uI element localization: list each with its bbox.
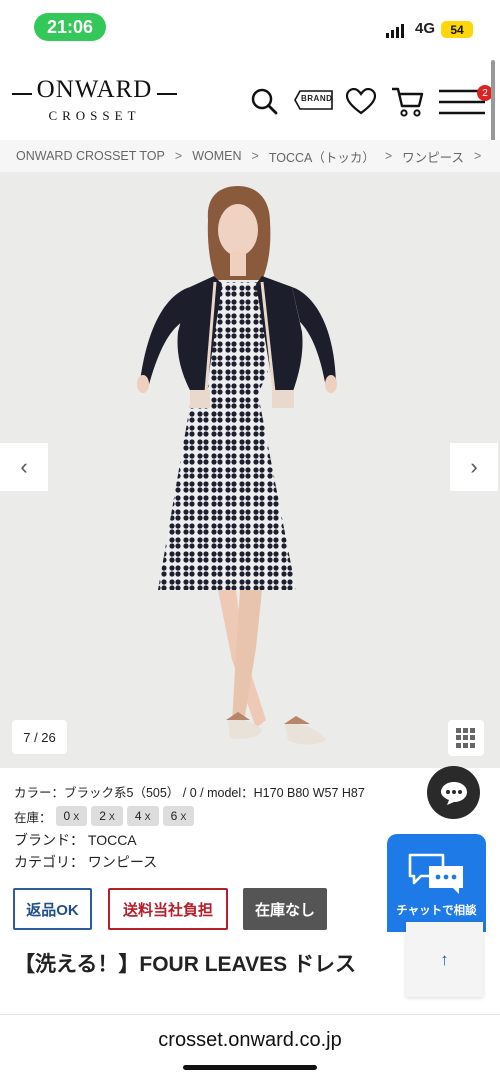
stock-mark: X: [108, 812, 115, 822]
product-title: 【洗える！】FOUR LEAVES ドレス: [14, 953, 356, 976]
logo-line-right: [157, 93, 177, 95]
breadcrumb-separator: >: [384, 149, 393, 163]
out-of-stock-badge: 在庫なし: [243, 888, 327, 930]
stock-row: 在庫： 0X 2X 4X 6X: [14, 806, 195, 826]
cart-icon[interactable]: [391, 86, 425, 118]
brand-row: ブランド： TOCCA: [14, 830, 137, 850]
size-chip[interactable]: 6X: [162, 806, 195, 826]
stock-mark: X: [180, 812, 187, 822]
size-value: 6: [170, 809, 178, 823]
home-indicator[interactable]: [183, 1065, 317, 1070]
chevron-right-icon: ›: [470, 454, 478, 479]
category-value[interactable]: ワンピース: [88, 854, 157, 870]
scroll-indicator: [491, 60, 495, 144]
size-value: 2: [99, 809, 106, 823]
breadcrumb: ONWARD CROSSET TOP > WOMEN > TOCCA（トッカ） …: [0, 140, 500, 172]
brand-label: ブランド：: [14, 832, 84, 848]
stock-label: 在庫：: [14, 810, 52, 825]
color-model-info: カラー：ブラック系5（505） / 0 / model：H170 B80 W57…: [14, 786, 365, 800]
breadcrumb-item-women[interactable]: WOMEN: [192, 149, 241, 163]
status-time: 21:06: [34, 13, 106, 41]
onward-crosset-logo[interactable]: ONWARD CROSSET: [12, 76, 177, 124]
logo-main-text: ONWARD: [36, 76, 153, 103]
breadcrumb-item-onepiece[interactable]: ワンピース: [402, 147, 464, 166]
chat-icon: [440, 781, 467, 805]
stock-mark: X: [73, 812, 80, 822]
breadcrumb-item-top[interactable]: ONWARD CROSSET TOP: [16, 149, 165, 163]
category-label: カテゴリ：: [14, 854, 84, 870]
browser-url-bar[interactable]: crosset.onward.co.jp: [0, 1014, 500, 1080]
network-type: 4G: [415, 20, 436, 37]
battery-level: 54: [450, 22, 464, 37]
breadcrumb-item-tocca[interactable]: TOCCA（トッカ）: [269, 147, 375, 166]
stock-mark: X: [144, 812, 151, 822]
gallery-counter: 7 / 26: [12, 720, 67, 754]
product-image-gallery[interactable]: ‹ › 7 / 26: [0, 172, 500, 768]
breadcrumb-separator: >: [174, 149, 183, 163]
logo-sub-text: CROSSET: [48, 108, 141, 123]
size-value: 4: [134, 809, 142, 823]
category-row: カテゴリ： ワンピース: [14, 852, 157, 872]
brand-tag-label: BRAND: [301, 94, 333, 103]
brand-value[interactable]: TOCCA: [88, 832, 137, 848]
gallery-next-button[interactable]: ›: [450, 443, 498, 491]
size-chip[interactable]: 4X: [126, 806, 159, 826]
chat-consult-icon: [408, 853, 463, 894]
url-text[interactable]: crosset.onward.co.jp: [0, 1029, 500, 1052]
site-header: ONWARD CROSSET BRAND 2: [0, 56, 500, 140]
chat-bubble-button[interactable]: [427, 766, 480, 819]
brand-tag-icon[interactable]: BRAND: [294, 90, 334, 110]
breadcrumb-separator: >: [474, 149, 482, 163]
heart-icon[interactable]: [346, 88, 376, 115]
signal-icon: [386, 24, 404, 38]
breadcrumb-separator: >: [251, 149, 259, 163]
product-photo: [137, 186, 337, 745]
free-shipping-badge: 送料当社負担: [108, 888, 228, 930]
arrow-up-icon: ↑: [440, 949, 449, 969]
size-chip[interactable]: 0X: [55, 806, 88, 826]
chat-consult-button[interactable]: チャットで相談: [387, 834, 486, 932]
status-bar: 21:06 4G 54: [0, 0, 500, 56]
return-ok-badge: 返品OK: [13, 888, 92, 930]
gallery-prev-button[interactable]: ‹: [0, 443, 48, 491]
size-value: 0: [63, 809, 71, 823]
size-chip[interactable]: 2X: [91, 806, 123, 826]
scroll-to-top-button[interactable]: ↑: [406, 922, 483, 997]
grid-view-icon[interactable]: [448, 720, 484, 756]
search-icon[interactable]: [250, 86, 278, 116]
battery-icon: 54: [441, 21, 473, 38]
chat-consult-label: チャットで相談: [396, 905, 477, 917]
chevron-left-icon: ‹: [20, 454, 28, 479]
